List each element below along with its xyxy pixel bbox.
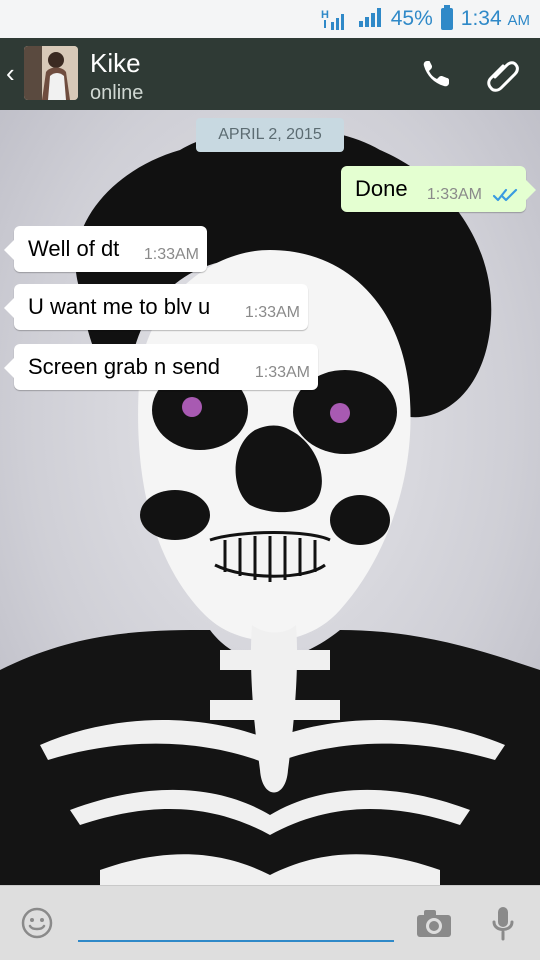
message-time: 1:33AM (426, 186, 482, 203)
message-text: U want me to blv u (28, 294, 211, 319)
header-actions (416, 56, 522, 94)
battery-icon (440, 4, 453, 30)
message-text: Well of dt (28, 236, 120, 261)
message-text: Screen grab n send (28, 354, 221, 379)
date-separator: APRIL 2, 2015 (196, 118, 344, 152)
chat-header: ‹ Kike online (0, 38, 540, 110)
contact-presence: online (90, 82, 144, 104)
battery-percent: 45% (390, 6, 433, 30)
message-input-bar (0, 886, 540, 960)
message-bubble-incoming[interactable]: Screen grab n send 1:33AM (4, 344, 318, 390)
chat-screen: H 45% 1:34 AM ‹ Kike online APRIL 2, 201… (0, 0, 540, 960)
message-bubble-incoming[interactable]: Well of dt 1:33AM (4, 226, 207, 272)
signal-icon (357, 5, 383, 32)
date-separator-label: APRIL 2, 2015 (218, 126, 322, 143)
call-button[interactable] (416, 56, 454, 94)
read-receipt-icon (492, 188, 518, 202)
status-bar: H 45% 1:34 AM (0, 0, 540, 38)
bubble-tail (4, 240, 14, 260)
paperclip-icon (487, 61, 519, 92)
phone-icon (423, 61, 449, 87)
bubble-tail (4, 358, 14, 378)
clock-time: 1:34 (460, 6, 502, 30)
back-chevron-icon[interactable]: ‹ (6, 60, 15, 86)
clock: 1:34 AM (461, 7, 530, 31)
message-time: 1:33AM (244, 304, 300, 321)
camera-button[interactable] (414, 906, 454, 940)
network-type-icon: H (321, 8, 349, 30)
camera-icon (417, 910, 451, 937)
clock-suffix: AM (507, 11, 531, 29)
chat-area[interactable]: APRIL 2, 2015 Done 1:33AM Well of dt 1:3… (0, 110, 540, 885)
message-input[interactable] (78, 908, 394, 942)
contact-name[interactable]: Kike (90, 48, 141, 79)
network-label: H (321, 9, 329, 21)
attach-button[interactable] (484, 56, 522, 94)
bubble-tail (4, 298, 14, 318)
bubble-tail (526, 180, 536, 200)
emoji-icon (21, 907, 53, 939)
message-time: 1:33AM (254, 364, 310, 381)
avatar[interactable] (24, 46, 78, 100)
mic-button[interactable] (490, 904, 516, 942)
emoji-button[interactable] (20, 906, 54, 940)
message-bubble-incoming[interactable]: U want me to blv u 1:33AM (4, 284, 308, 330)
message-bubble-outgoing[interactable]: Done 1:33AM (341, 166, 536, 212)
status-right: H 45% 1:34 AM (321, 4, 530, 32)
mic-icon (492, 907, 514, 941)
message-text: Done (355, 176, 408, 201)
message-time: 1:33AM (143, 246, 199, 263)
